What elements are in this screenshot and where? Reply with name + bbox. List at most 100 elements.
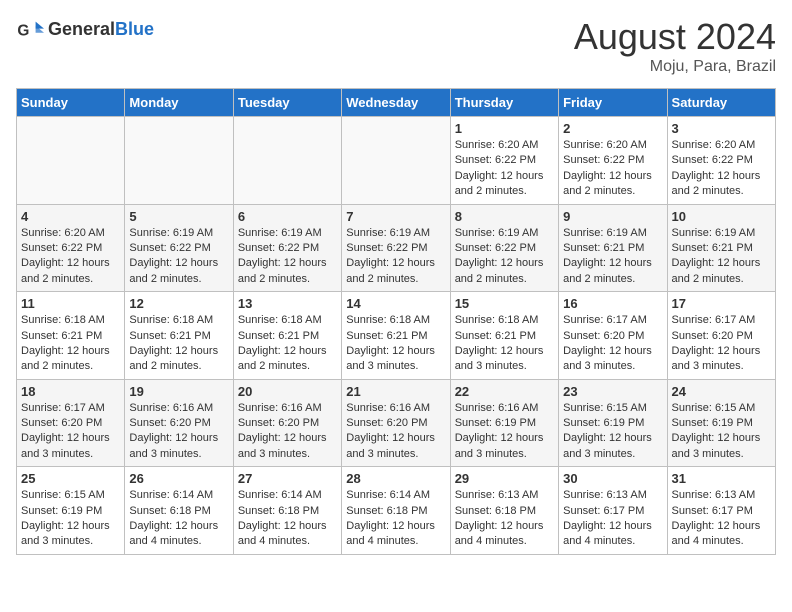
day-number: 24: [672, 384, 771, 399]
calendar-week: 18 Sunrise: 6:17 AM Sunset: 6:20 PM Dayli…: [17, 379, 776, 467]
calendar-cell: 1 Sunrise: 6:20 AM Sunset: 6:22 PM Daylig…: [450, 117, 558, 205]
day-info: Sunrise: 6:13 AM Sunset: 6:17 PM Dayligh…: [672, 488, 771, 550]
day-info: Sunrise: 6:16 AM Sunset: 6:20 PM Dayligh…: [238, 401, 337, 463]
day-number: 29: [455, 471, 554, 486]
day-number: 19: [129, 384, 228, 399]
calendar-cell: 25Sunrise: 6:15 AM Sunset: 6:19 PM Dayli…: [17, 467, 125, 555]
logo-icon: G: [16, 16, 44, 44]
day-number: 28: [346, 471, 445, 486]
calendar-cell: [17, 117, 125, 205]
day-info: Sunrise: 6:19 AM Sunset: 6:21 PM Dayligh…: [563, 226, 662, 288]
calendar-cell: 21 Sunrise: 6:16 AM Sunset: 6:20 PM Dayli…: [342, 379, 450, 467]
weekday-header: Thursday: [450, 89, 558, 117]
month-title: August 2024: [574, 16, 776, 58]
calendar-cell: 18 Sunrise: 6:17 AM Sunset: 6:20 PM Dayli…: [17, 379, 125, 467]
calendar-cell: [125, 117, 233, 205]
day-info: Sunrise: 6:19 AM Sunset: 6:22 PM Dayligh…: [455, 226, 554, 288]
day-info: Sunrise: 6:16 AM Sunset: 6:20 PM Dayligh…: [346, 401, 445, 463]
day-number: 14: [346, 296, 445, 311]
day-number: 18: [21, 384, 120, 399]
svg-text:G: G: [17, 23, 29, 40]
day-number: 3: [672, 121, 771, 136]
day-number: 16: [563, 296, 662, 311]
day-number: 1: [455, 121, 554, 136]
day-number: 13: [238, 296, 337, 311]
calendar-cell: 15Sunrise: 6:18 AM Sunset: 6:21 PM Dayli…: [450, 292, 558, 380]
day-number: 17: [672, 296, 771, 311]
calendar-cell: 31Sunrise: 6:13 AM Sunset: 6:17 PM Dayli…: [667, 467, 775, 555]
day-info: Sunrise: 6:18 AM Sunset: 6:21 PM Dayligh…: [129, 313, 228, 375]
day-number: 9: [563, 209, 662, 224]
day-number: 4: [21, 209, 120, 224]
calendar-cell: 10 Sunrise: 6:19 AM Sunset: 6:21 PM Dayli…: [667, 204, 775, 292]
day-info: Sunrise: 6:19 AM Sunset: 6:22 PM Dayligh…: [129, 226, 228, 288]
day-number: 12: [129, 296, 228, 311]
day-info: Sunrise: 6:13 AM Sunset: 6:18 PM Dayligh…: [455, 488, 554, 550]
calendar-cell: 14Sunrise: 6:18 AM Sunset: 6:21 PM Dayli…: [342, 292, 450, 380]
day-info: Sunrise: 6:19 AM Sunset: 6:21 PM Dayligh…: [672, 226, 771, 288]
calendar-cell: 11 Sunrise: 6:18 AM Sunset: 6:21 PM Dayli…: [17, 292, 125, 380]
calendar-cell: 12 Sunrise: 6:18 AM Sunset: 6:21 PM Dayli…: [125, 292, 233, 380]
calendar-cell: 20 Sunrise: 6:16 AM Sunset: 6:20 PM Dayli…: [233, 379, 341, 467]
calendar-cell: [342, 117, 450, 205]
day-info: Sunrise: 6:18 AM Sunset: 6:21 PM Dayligh…: [455, 313, 554, 375]
calendar-cell: 6Sunrise: 6:19 AM Sunset: 6:22 PM Daylig…: [233, 204, 341, 292]
day-info: Sunrise: 6:20 AM Sunset: 6:22 PM Dayligh…: [563, 138, 662, 200]
day-number: 10: [672, 209, 771, 224]
day-info: Sunrise: 6:19 AM Sunset: 6:22 PM Dayligh…: [346, 226, 445, 288]
weekday-header: Monday: [125, 89, 233, 117]
day-number: 22: [455, 384, 554, 399]
calendar-cell: 22 Sunrise: 6:16 AM Sunset: 6:19 PM Dayli…: [450, 379, 558, 467]
calendar-week: 1 Sunrise: 6:20 AM Sunset: 6:22 PM Daylig…: [17, 117, 776, 205]
calendar-cell: 3 Sunrise: 6:20 AM Sunset: 6:22 PM Daylig…: [667, 117, 775, 205]
day-info: Sunrise: 6:15 AM Sunset: 6:19 PM Dayligh…: [672, 401, 771, 463]
day-info: Sunrise: 6:14 AM Sunset: 6:18 PM Dayligh…: [129, 488, 228, 550]
day-info: Sunrise: 6:20 AM Sunset: 6:22 PM Dayligh…: [672, 138, 771, 200]
page-header: G GeneralBlue August 2024 Moju, Para, Br…: [16, 16, 776, 76]
weekday-header: Wednesday: [342, 89, 450, 117]
calendar-cell: 27 Sunrise: 6:14 AM Sunset: 6:18 PM Dayli…: [233, 467, 341, 555]
location: Moju, Para, Brazil: [574, 58, 776, 76]
day-number: 2: [563, 121, 662, 136]
calendar-table: SundayMondayTuesdayWednesdayThursdayFrid…: [16, 88, 776, 555]
calendar-cell: 9 Sunrise: 6:19 AM Sunset: 6:21 PM Daylig…: [559, 204, 667, 292]
calendar-cell: [233, 117, 341, 205]
day-info: Sunrise: 6:17 AM Sunset: 6:20 PM Dayligh…: [21, 401, 120, 463]
calendar-cell: 28Sunrise: 6:14 AM Sunset: 6:18 PM Dayli…: [342, 467, 450, 555]
day-number: 30: [563, 471, 662, 486]
header-row: SundayMondayTuesdayWednesdayThursdayFrid…: [17, 89, 776, 117]
day-number: 20: [238, 384, 337, 399]
calendar-cell: 8 Sunrise: 6:19 AM Sunset: 6:22 PM Daylig…: [450, 204, 558, 292]
day-info: Sunrise: 6:16 AM Sunset: 6:20 PM Dayligh…: [129, 401, 228, 463]
calendar-cell: 4Sunrise: 6:20 AM Sunset: 6:22 PM Daylig…: [17, 204, 125, 292]
calendar-cell: 26 Sunrise: 6:14 AM Sunset: 6:18 PM Dayli…: [125, 467, 233, 555]
day-number: 26: [129, 471, 228, 486]
day-number: 25: [21, 471, 120, 486]
day-number: 11: [21, 296, 120, 311]
logo-text: GeneralBlue: [48, 20, 154, 40]
day-info: Sunrise: 6:17 AM Sunset: 6:20 PM Dayligh…: [563, 313, 662, 375]
weekday-header: Sunday: [17, 89, 125, 117]
day-number: 21: [346, 384, 445, 399]
day-number: 8: [455, 209, 554, 224]
calendar-cell: 30 Sunrise: 6:13 AM Sunset: 6:17 PM Dayli…: [559, 467, 667, 555]
calendar-cell: 19 Sunrise: 6:16 AM Sunset: 6:20 PM Dayli…: [125, 379, 233, 467]
day-info: Sunrise: 6:13 AM Sunset: 6:17 PM Dayligh…: [563, 488, 662, 550]
day-info: Sunrise: 6:14 AM Sunset: 6:18 PM Dayligh…: [238, 488, 337, 550]
weekday-header: Tuesday: [233, 89, 341, 117]
day-number: 5: [129, 209, 228, 224]
calendar-cell: 5 Sunrise: 6:19 AM Sunset: 6:22 PM Daylig…: [125, 204, 233, 292]
day-number: 7: [346, 209, 445, 224]
day-number: 27: [238, 471, 337, 486]
calendar-cell: 24 Sunrise: 6:15 AM Sunset: 6:19 PM Dayli…: [667, 379, 775, 467]
calendar-cell: 16 Sunrise: 6:17 AM Sunset: 6:20 PM Dayli…: [559, 292, 667, 380]
calendar-cell: 23Sunrise: 6:15 AM Sunset: 6:19 PM Dayli…: [559, 379, 667, 467]
calendar-header: SundayMondayTuesdayWednesdayThursdayFrid…: [17, 89, 776, 117]
logo: G GeneralBlue: [16, 16, 154, 44]
day-info: Sunrise: 6:17 AM Sunset: 6:20 PM Dayligh…: [672, 313, 771, 375]
day-info: Sunrise: 6:18 AM Sunset: 6:21 PM Dayligh…: [21, 313, 120, 375]
day-number: 23: [563, 384, 662, 399]
day-info: Sunrise: 6:16 AM Sunset: 6:19 PM Dayligh…: [455, 401, 554, 463]
day-info: Sunrise: 6:20 AM Sunset: 6:22 PM Dayligh…: [455, 138, 554, 200]
day-number: 6: [238, 209, 337, 224]
